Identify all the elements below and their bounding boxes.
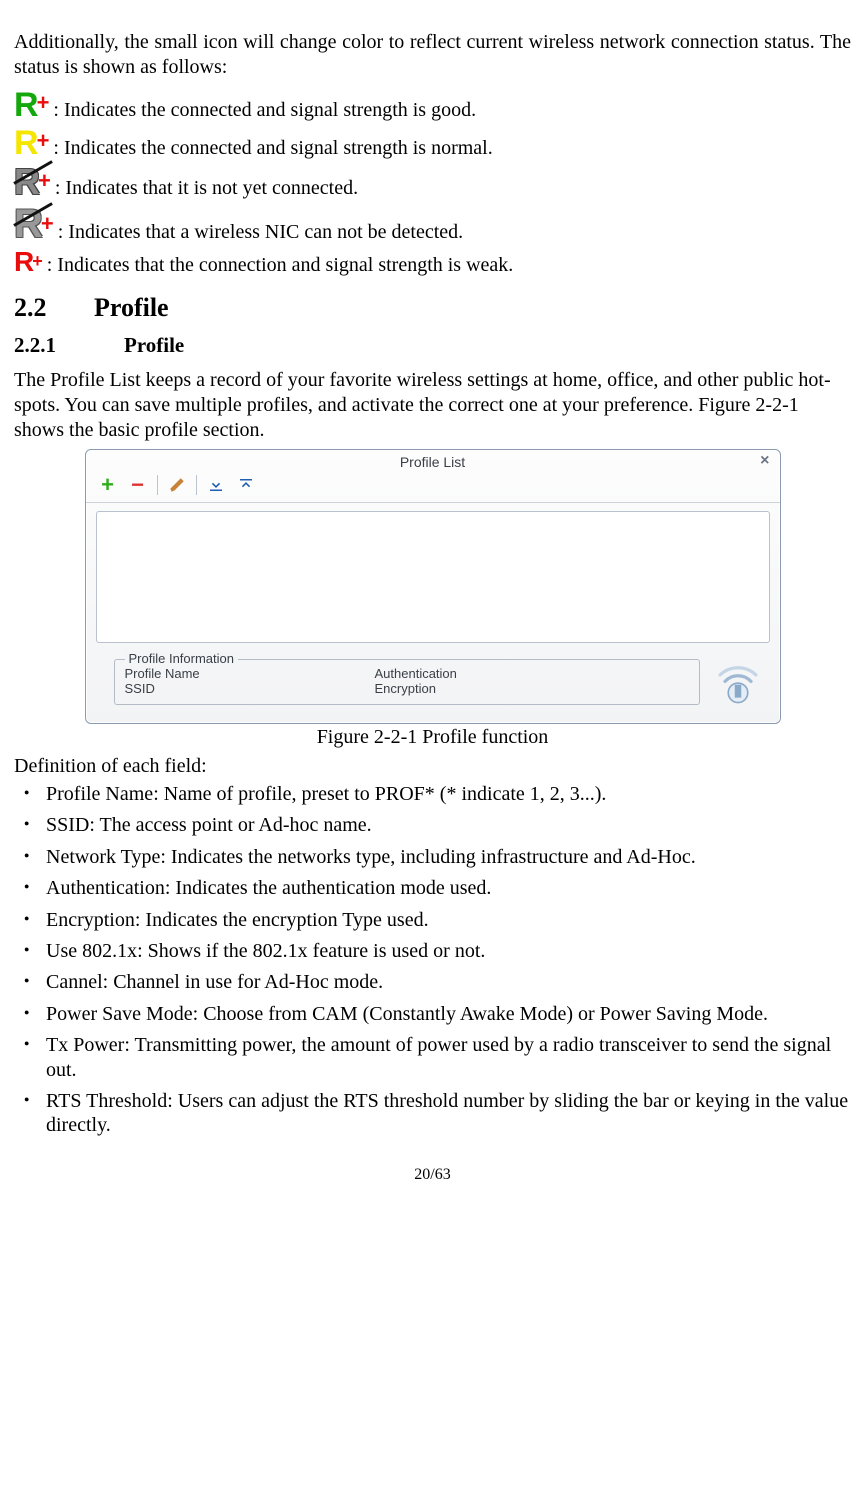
- signal-nonic-icon: R+: [14, 204, 54, 244]
- status-nonic: R+ : Indicates that a wireless NIC can n…: [14, 204, 851, 244]
- label-profile-name: Profile Name: [125, 666, 375, 681]
- list-item: SSID: The access point or Ad-hoc name.: [46, 813, 851, 837]
- label-encryption: Encryption: [375, 681, 436, 696]
- pencil-icon: [168, 476, 186, 494]
- list-item: Use 802.1x: Shows if the 802.1x feature …: [46, 939, 851, 963]
- toolbar-separator: [196, 475, 197, 495]
- field-definitions-list: Profile Name: Name of profile, preset to…: [14, 782, 851, 1138]
- list-item: Tx Power: Transmitting power, the amount…: [46, 1033, 851, 1082]
- status-not-connected-text: : Indicates that it is not yet connected…: [55, 177, 358, 200]
- add-profile-button[interactable]: +: [94, 474, 122, 496]
- status-weak: R+ : Indicates that the connection and s…: [14, 248, 851, 277]
- wifi-icon: [712, 657, 764, 709]
- definition-heading: Definition of each field:: [14, 755, 851, 778]
- remove-profile-button[interactable]: −: [124, 474, 152, 496]
- window-title-text: Profile List: [400, 454, 465, 470]
- close-icon[interactable]: ×: [760, 452, 769, 470]
- signal-good-icon: R+: [14, 88, 49, 122]
- list-item: Authentication: Indicates the authentica…: [46, 876, 851, 900]
- toolbar: + −: [86, 470, 780, 503]
- export-icon: [237, 476, 255, 494]
- list-item: Profile Name: Name of profile, preset to…: [46, 782, 851, 806]
- label-ssid: SSID: [125, 681, 375, 696]
- page-number: 20/63: [14, 1166, 851, 1184]
- signal-notconnected-icon: R+: [14, 164, 51, 200]
- subsection-title: Profile: [124, 333, 184, 357]
- status-good: R+ : Indicates the connected and signal …: [14, 88, 851, 122]
- figure-caption: Figure 2-2-1 Profile function: [14, 726, 851, 749]
- list-item: Cannel: Channel in use for Ad-Hoc mode.: [46, 970, 851, 994]
- profile-info-fieldset: Profile Information Profile Name Authent…: [114, 659, 700, 705]
- section-number: 2.2: [14, 293, 94, 323]
- section-title: Profile: [94, 293, 169, 322]
- edit-profile-button[interactable]: [163, 474, 191, 496]
- signal-normal-icon: R+: [14, 126, 49, 160]
- status-nonic-text: : Indicates that a wireless NIC can not …: [58, 221, 463, 244]
- profile-list-box[interactable]: [96, 511, 770, 643]
- status-normal: R+ : Indicates the connected and signal …: [14, 126, 851, 160]
- label-authentication: Authentication: [375, 666, 457, 681]
- list-item: Encryption: Indicates the encryption Typ…: [46, 908, 851, 932]
- profile-description: The Profile List keeps a record of your …: [14, 368, 851, 443]
- toolbar-separator: [157, 475, 158, 495]
- intro-paragraph: Additionally, the small icon will change…: [14, 30, 851, 80]
- status-not-connected: R+ : Indicates that it is not yet connec…: [14, 164, 851, 200]
- fieldset-legend: Profile Information: [125, 651, 239, 666]
- list-item: RTS Threshold: Users can adjust the RTS …: [46, 1089, 851, 1138]
- status-normal-text: : Indicates the connected and signal str…: [53, 137, 492, 160]
- subsection-heading: 2.2.1Profile: [14, 333, 851, 358]
- import-button[interactable]: [202, 474, 230, 496]
- list-item: Network Type: Indicates the networks typ…: [46, 845, 851, 869]
- import-icon: [207, 476, 225, 494]
- status-weak-text: : Indicates that the connection and sign…: [47, 254, 514, 277]
- section-heading: 2.2Profile: [14, 293, 851, 323]
- list-item: Power Save Mode: Choose from CAM (Consta…: [46, 1002, 851, 1026]
- status-good-text: : Indicates the connected and signal str…: [53, 99, 476, 122]
- profile-list-window: Profile List × + − Profile Information P…: [85, 449, 781, 724]
- subsection-number: 2.2.1: [14, 333, 124, 358]
- signal-weak-icon: R+: [14, 248, 43, 277]
- export-button[interactable]: [232, 474, 260, 496]
- window-title: Profile List ×: [86, 450, 780, 470]
